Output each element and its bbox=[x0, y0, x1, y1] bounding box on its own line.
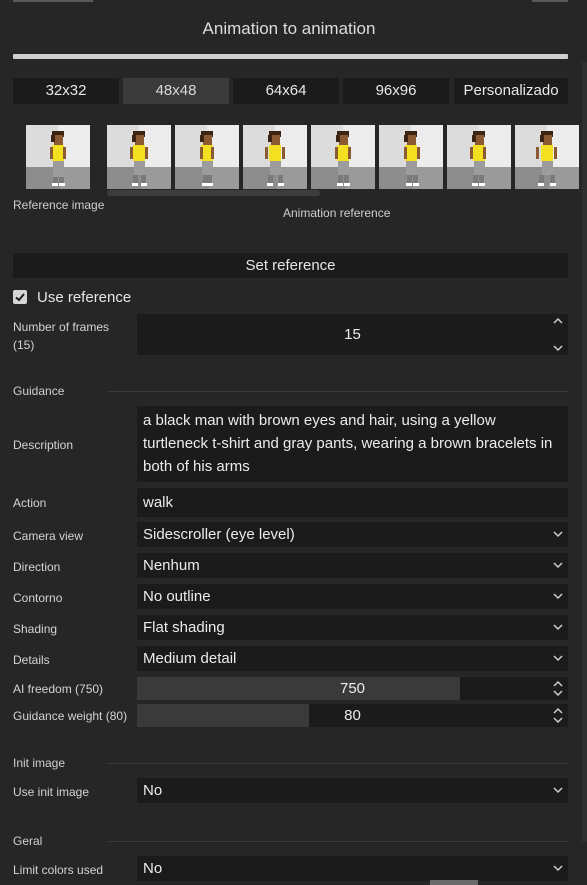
sprite-character-icon bbox=[447, 125, 511, 189]
outline-value: No outline bbox=[143, 588, 211, 605]
top-stub-right bbox=[532, 0, 568, 2]
chevron-down-icon bbox=[553, 865, 563, 872]
action-label: Action bbox=[13, 496, 47, 510]
use-reference-row[interactable]: Use reference bbox=[13, 288, 131, 306]
animation-frame[interactable] bbox=[311, 125, 375, 189]
action-input[interactable]: walk bbox=[137, 488, 568, 517]
chevron-down-icon bbox=[553, 655, 563, 662]
size-selector: 32x32 48x48 64x64 96x96 Personalizado bbox=[13, 78, 587, 104]
direction-select[interactable]: Nenhum bbox=[137, 553, 568, 578]
guidance-divider bbox=[108, 391, 568, 392]
details-value: Medium detail bbox=[143, 650, 237, 667]
general-header: Geral bbox=[13, 834, 43, 848]
animation-strip[interactable] bbox=[107, 125, 587, 189]
top-stub-left bbox=[13, 0, 93, 2]
description-text: a black man with brown eyes and hair, us… bbox=[143, 412, 553, 475]
guidance-weight-value: 80 bbox=[344, 707, 361, 724]
size-button-custom[interactable]: Personalizado bbox=[454, 78, 568, 104]
set-reference-button[interactable]: Set reference bbox=[13, 253, 568, 278]
animation-frame[interactable] bbox=[379, 125, 443, 189]
animation-frame[interactable] bbox=[175, 125, 239, 189]
panel-scrollbar[interactable] bbox=[582, 62, 587, 842]
guidance-header: Guidance bbox=[13, 384, 65, 398]
chevron-down-icon[interactable] bbox=[552, 343, 564, 353]
action-value: walk bbox=[143, 494, 174, 511]
reference-image[interactable] bbox=[26, 125, 90, 189]
description-label: Description bbox=[13, 438, 74, 452]
description-textarea[interactable]: a black man with brown eyes and hair, us… bbox=[137, 406, 568, 482]
reference-image-caption: Reference image bbox=[13, 198, 105, 212]
limit-colors-select[interactable]: No bbox=[137, 856, 568, 881]
camera-view-label: Camera view bbox=[13, 529, 84, 543]
init-image-divider bbox=[108, 763, 568, 764]
chevron-up-icon[interactable] bbox=[552, 316, 564, 326]
sprite-character-icon bbox=[379, 125, 443, 189]
chevron-down-icon bbox=[553, 787, 563, 794]
animation-frame[interactable] bbox=[447, 125, 511, 189]
size-button-64[interactable]: 64x64 bbox=[233, 78, 339, 104]
check-icon bbox=[15, 293, 25, 302]
frames-stepper[interactable]: 15 bbox=[137, 314, 568, 355]
guidance-weight-slider[interactable]: 80 bbox=[137, 704, 568, 727]
ai-freedom-slider[interactable]: 750 bbox=[137, 677, 568, 700]
direction-value: Nenhum bbox=[143, 557, 200, 574]
size-button-32[interactable]: 32x32 bbox=[13, 78, 119, 104]
chevron-down-icon bbox=[553, 562, 563, 569]
camera-view-value: Sidescroller (eye level) bbox=[143, 526, 295, 543]
size-button-48[interactable]: 48x48 bbox=[123, 78, 229, 104]
sprite-character-icon bbox=[26, 125, 90, 189]
use-init-image-label: Use init image bbox=[13, 785, 90, 799]
chevron-down-icon bbox=[553, 593, 563, 600]
use-init-image-value: No bbox=[143, 782, 163, 799]
limit-colors-label: Limit colors used bbox=[13, 863, 104, 877]
sprite-character-icon bbox=[175, 125, 239, 189]
animation-caption: Animation reference bbox=[283, 206, 391, 220]
sprite-character-icon bbox=[107, 125, 171, 189]
outline-select[interactable]: No outline bbox=[137, 584, 568, 609]
details-select[interactable]: Medium detail bbox=[137, 646, 568, 671]
use-reference-checkbox[interactable] bbox=[13, 290, 27, 304]
stepper-arrows-icon[interactable] bbox=[552, 706, 564, 725]
init-image-header: Init image bbox=[13, 756, 66, 770]
ai-freedom-value: 750 bbox=[339, 680, 366, 697]
sprite-character-icon bbox=[243, 125, 307, 189]
sprite-character-icon bbox=[311, 125, 375, 189]
sprite-character-icon bbox=[515, 125, 579, 189]
shading-value: Flat shading bbox=[143, 619, 225, 636]
use-init-image-select[interactable]: No bbox=[137, 778, 568, 803]
shading-select[interactable]: Flat shading bbox=[137, 615, 568, 640]
use-reference-label: Use reference bbox=[37, 288, 132, 306]
size-button-96[interactable]: 96x96 bbox=[343, 78, 449, 104]
stepper-arrows-icon[interactable] bbox=[552, 679, 564, 698]
limit-colors-value: No bbox=[143, 860, 163, 877]
general-divider bbox=[108, 841, 568, 842]
animation-frame[interactable] bbox=[243, 125, 307, 189]
camera-view-select[interactable]: Sidescroller (eye level) bbox=[137, 522, 568, 547]
chevron-down-icon bbox=[553, 531, 563, 538]
bottom-resize-handle[interactable] bbox=[430, 880, 478, 885]
shading-label: Shading bbox=[13, 622, 58, 636]
chevron-down-icon bbox=[553, 624, 563, 631]
panel-title: Animation to animation bbox=[202, 19, 376, 38]
animation-frame[interactable] bbox=[107, 125, 171, 189]
frames-value: 15 bbox=[344, 326, 361, 343]
outline-label: Contorno bbox=[13, 591, 63, 605]
guidance-weight-label: Guidance weight (80) bbox=[13, 709, 128, 723]
animation-frame[interactable] bbox=[515, 125, 579, 189]
title-divider bbox=[13, 54, 568, 59]
details-label: Details bbox=[13, 653, 50, 667]
ai-freedom-label: AI freedom (750) bbox=[13, 682, 104, 696]
frames-label: Number of frames (15) bbox=[13, 320, 110, 352]
animation-strip-scrollbar[interactable] bbox=[107, 190, 320, 196]
direction-label: Direction bbox=[13, 560, 61, 574]
